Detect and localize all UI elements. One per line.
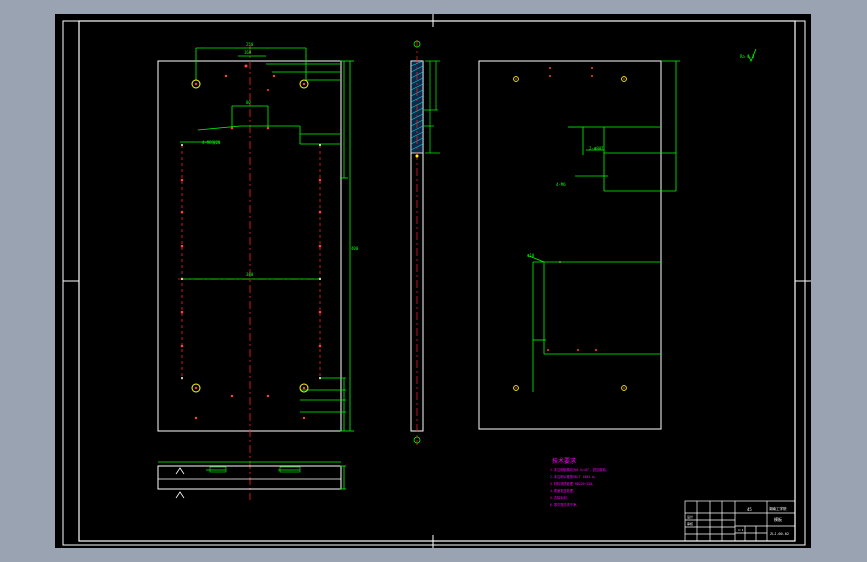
svg-text:Φ10: Φ10 <box>527 253 535 258</box>
tech-note-4: 4.表面发蓝处理。 <box>550 488 576 493</box>
title-checker: 审核 <box>687 521 693 526</box>
tech-note-6: 6.零件需清洗干净。 <box>550 502 579 507</box>
right-view: 2-Φ8H7 4-M6 Φ10 <box>478 60 680 430</box>
title-part-name: 模板 <box>774 516 782 522</box>
tech-note-5: 5.去除毛刺。 <box>550 495 570 500</box>
left-view: 250 160 80 4-M8深20 380 400 <box>157 42 359 500</box>
svg-text:250: 250 <box>246 42 254 47</box>
bottom-section-view <box>157 461 346 499</box>
title-designer: 设计 <box>687 514 693 519</box>
svg-text:2-Φ8H7: 2-Φ8H7 <box>589 146 604 151</box>
svg-text:160: 160 <box>244 50 252 55</box>
tech-note-2: 2.未注明公差按GB/T 1804-m。 <box>550 474 597 479</box>
roughness-label: Ra 6.3 <box>740 54 755 59</box>
tech-note-1: 1.未注明倒角均为0.5×45°，锐边倒钝。 <box>550 467 609 472</box>
plate-outline-left <box>157 60 342 432</box>
title-scale: 1:1 <box>738 528 744 532</box>
technical-notes: 技术要求 1.未注明倒角均为0.5×45°，锐边倒钝。 2.未注明公差按GB/T… <box>550 457 609 507</box>
engineering-drawing: 250 160 80 4-M8深20 380 400 2-Φ8H7 4-M6 Φ… <box>62 14 811 548</box>
svg-text:400: 400 <box>351 246 359 251</box>
svg-text:80: 80 <box>246 100 251 105</box>
tech-note-3: 3.材料调质处理 HB220~250。 <box>550 481 595 486</box>
cad-viewport[interactable]: 250 160 80 4-M8深20 380 400 2-Φ8H7 4-M6 Φ… <box>55 14 811 548</box>
svg-text:4-M8深20: 4-M8深20 <box>202 139 221 145</box>
roughness-symbol: Ra 6.3 <box>740 48 757 62</box>
side-view <box>410 40 440 445</box>
centering-marks <box>63 14 811 548</box>
title-material: 45 <box>747 507 752 512</box>
title-drawing-no: ZLJ-00-02 <box>770 532 789 536</box>
inner-border <box>78 20 796 542</box>
title-school: 湖南工学院 <box>769 506 787 511</box>
tech-notes-title: 技术要求 <box>552 457 576 465</box>
svg-text:4-M6: 4-M6 <box>556 182 566 187</box>
svg-text:380: 380 <box>246 272 254 277</box>
